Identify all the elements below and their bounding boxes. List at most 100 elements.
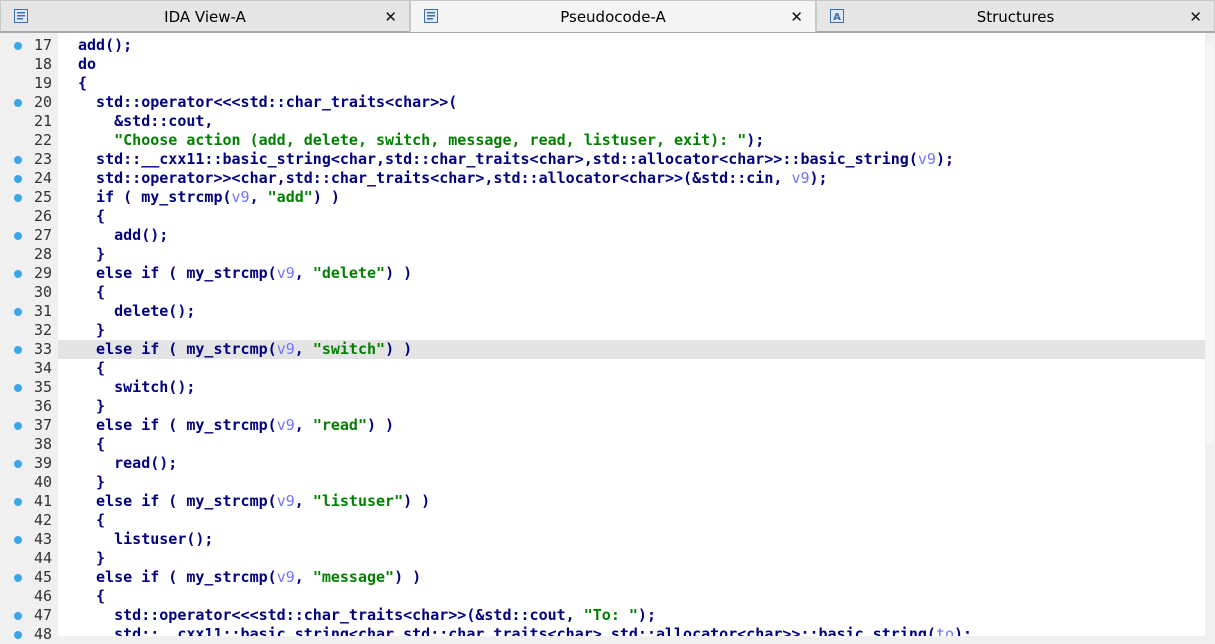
gutter-line[interactable]: 37 (0, 416, 58, 435)
code-line[interactable]: std::operator<<<std::char_traits<char>>( (58, 93, 1205, 112)
gutter-line[interactable]: 41 (0, 492, 58, 511)
gutter-line[interactable]: 31 (0, 302, 58, 321)
gutter-line[interactable]: 26 (0, 207, 58, 226)
gutter-line[interactable]: 17 (0, 36, 58, 55)
code-line[interactable]: std::__cxx11::basic_string<char,std::cha… (58, 625, 1205, 636)
breakpoint-dot-icon[interactable] (14, 631, 22, 639)
breakpoint-dot-icon[interactable] (14, 42, 22, 50)
gutter-line[interactable]: 36 (0, 397, 58, 416)
gutter-line[interactable]: 28 (0, 245, 58, 264)
code-line[interactable]: else if ( my_strcmp(v9, "delete") ) (58, 264, 1205, 283)
breakpoint-dot-icon[interactable] (14, 175, 22, 183)
gutter-line[interactable]: 34 (0, 359, 58, 378)
gutter-line[interactable]: 24 (0, 169, 58, 188)
code-line[interactable]: } (58, 245, 1205, 264)
code-line[interactable]: std::operator>><char,std::char_traits<ch… (58, 169, 1205, 188)
code-text: else if ( my_strcmp(v9, "switch") ) (78, 340, 412, 359)
code-line[interactable]: { (58, 207, 1205, 226)
gutter-line[interactable]: 30 (0, 283, 58, 302)
code-line[interactable]: read(); (58, 454, 1205, 473)
breakpoint-dot-icon[interactable] (14, 194, 22, 202)
code-area[interactable]: add(); do{ std::operator<<<std::char_trai… (58, 33, 1205, 636)
gutter-line[interactable]: 19 (0, 74, 58, 93)
breakpoint-dot-icon[interactable] (14, 536, 22, 544)
tab-pseudocode[interactable]: Pseudocode-A ✕ (410, 0, 816, 32)
code-token: else if ( my_strcmp( (78, 416, 277, 434)
code-line[interactable]: switch(); (58, 378, 1205, 397)
code-line[interactable]: { (58, 435, 1205, 454)
variable-token: v9 (276, 568, 295, 586)
gutter-line[interactable]: 21 (0, 112, 58, 131)
code-line[interactable]: { (58, 283, 1205, 302)
breakpoint-dot-icon[interactable] (14, 460, 22, 468)
code-line[interactable]: "Choose action (add, delete, switch, mes… (58, 131, 1205, 150)
gutter-line[interactable]: 40 (0, 473, 58, 492)
code-line[interactable]: { (58, 359, 1205, 378)
code-token: { (78, 74, 88, 92)
gutter-line[interactable]: 32 (0, 321, 58, 340)
code-line[interactable]: add(); (58, 226, 1205, 245)
gutter-line[interactable]: 27 (0, 226, 58, 245)
code-line[interactable]: listuser(); (58, 530, 1205, 549)
tab-structures[interactable]: A Structures ✕ (816, 0, 1215, 32)
gutter-line[interactable]: 20 (0, 93, 58, 112)
string-literal: "add" (267, 188, 313, 206)
line-number: 37 (33, 416, 52, 434)
gutter-line[interactable]: 39 (0, 454, 58, 473)
close-icon[interactable]: ✕ (1189, 8, 1202, 26)
gutter-line[interactable]: 45 (0, 568, 58, 587)
code-line[interactable]: &std::cout, (58, 112, 1205, 131)
code-line[interactable]: if ( my_strcmp(v9, "add") ) (58, 188, 1205, 207)
breakpoint-dot-icon[interactable] (14, 99, 22, 107)
code-line[interactable]: } (58, 473, 1205, 492)
gutter-line[interactable]: 33 (0, 340, 58, 359)
code-line[interactable]: { (58, 587, 1205, 606)
breakpoint-dot-icon[interactable] (14, 422, 22, 430)
breakpoint-dot-icon[interactable] (14, 574, 22, 582)
breakpoint-dot-icon[interactable] (14, 308, 22, 316)
vertical-scrollbar[interactable] (1205, 33, 1215, 636)
line-number: 47 (33, 606, 52, 624)
gutter-line[interactable]: 46 (0, 587, 58, 606)
code-line[interactable]: else if ( my_strcmp(v9, "message") ) (58, 568, 1205, 587)
breakpoint-dot-icon[interactable] (14, 498, 22, 506)
gutter-line[interactable]: 22 (0, 131, 58, 150)
gutter-line[interactable]: 23 (0, 150, 58, 169)
breakpoint-dot-icon[interactable] (14, 270, 22, 278)
breakpoint-dot-icon[interactable] (14, 612, 22, 620)
gutter-line[interactable]: 47 (0, 606, 58, 625)
gutter-line[interactable]: 42 (0, 511, 58, 530)
breakpoint-dot-icon[interactable] (14, 384, 22, 392)
code-line[interactable]: do (58, 55, 1205, 74)
gutter-line[interactable]: 35 (0, 378, 58, 397)
close-icon[interactable]: ✕ (790, 8, 803, 26)
gutter-line[interactable]: 18 (0, 55, 58, 74)
code-line[interactable]: else if ( my_strcmp(v9, "read") ) (58, 416, 1205, 435)
code-line[interactable]: { (58, 511, 1205, 530)
gutter-line[interactable]: 29 (0, 264, 58, 283)
scrollbar-thumb[interactable] (1206, 43, 1214, 443)
gutter-line[interactable]: 44 (0, 549, 58, 568)
code-line[interactable]: } (58, 549, 1205, 568)
code-line[interactable]: } (58, 397, 1205, 416)
gutter-line[interactable]: 43 (0, 530, 58, 549)
code-line[interactable]: { (58, 74, 1205, 93)
breakpoint-dot-icon[interactable] (14, 346, 22, 354)
breakpoint-dot-icon[interactable] (14, 232, 22, 240)
breakpoint-dot-icon[interactable] (14, 156, 22, 164)
code-line[interactable]: } (58, 321, 1205, 340)
code-token: ) ) (367, 416, 395, 434)
variable-token: v9 (231, 188, 250, 206)
code-token: { (78, 435, 106, 453)
close-icon[interactable]: ✕ (384, 8, 397, 26)
gutter-line[interactable]: 38 (0, 435, 58, 454)
code-line[interactable]: else if ( my_strcmp(v9, "listuser") ) (58, 492, 1205, 511)
code-line[interactable]: delete(); (58, 302, 1205, 321)
code-line[interactable]: std::operator<<<std::char_traits<char>>(… (58, 606, 1205, 625)
tab-ida-view[interactable]: IDA View-A ✕ (0, 0, 410, 32)
code-line[interactable]: std::__cxx11::basic_string<char,std::cha… (58, 150, 1205, 169)
code-line[interactable]: else if ( my_strcmp(v9, "switch") ) (58, 340, 1205, 359)
code-text: } (78, 397, 105, 416)
code-line[interactable]: add(); (58, 36, 1205, 55)
gutter-line[interactable]: 25 (0, 188, 58, 207)
